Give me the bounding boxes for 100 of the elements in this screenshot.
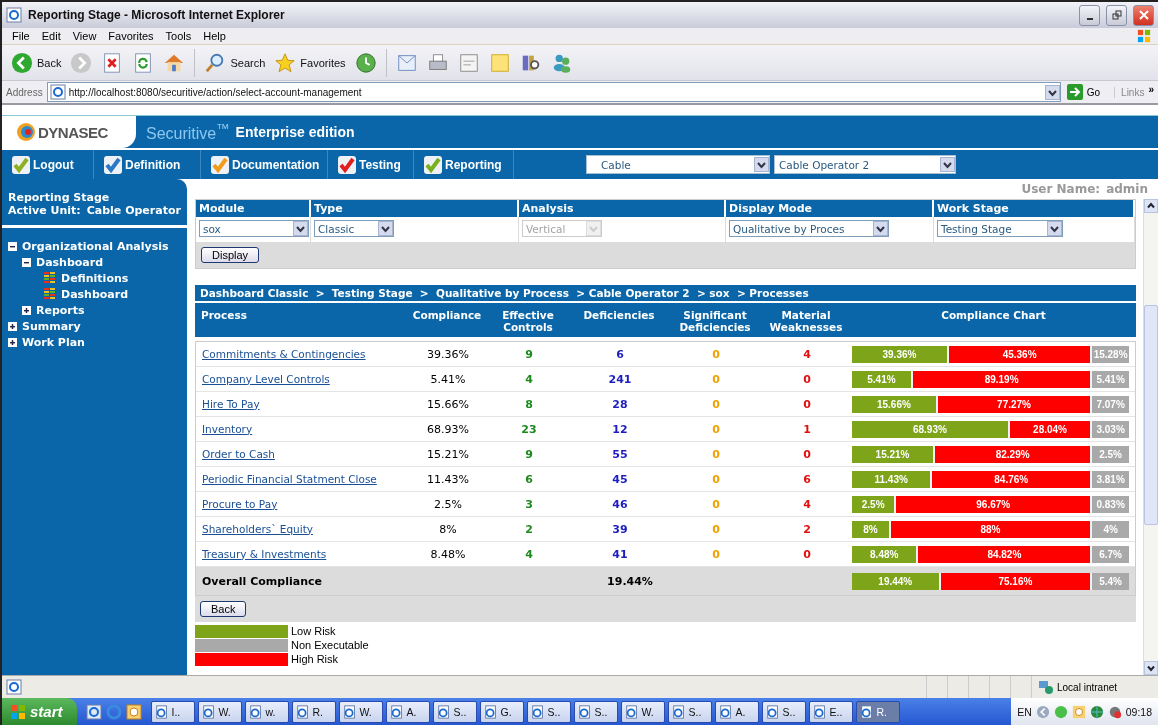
taskbar-button[interactable]: R. <box>291 700 336 723</box>
minimize-button[interactable] <box>1079 4 1100 26</box>
taskbar-button[interactable]: A. <box>714 700 759 723</box>
document-icon <box>342 704 357 719</box>
stage-label: Reporting Stage <box>8 191 111 204</box>
expand-icon[interactable] <box>8 337 17 347</box>
filter-select[interactable]: Qualitative by Proces <box>729 220 889 237</box>
filter-select[interactable]: Testing Stage <box>937 220 1063 237</box>
tree-item[interactable]: Summary <box>22 319 81 333</box>
close-button[interactable] <box>1133 4 1154 26</box>
document-icon <box>624 704 639 719</box>
unit-label: Active Unit: <box>8 204 81 217</box>
taskbar-button[interactable]: S.. <box>667 700 712 723</box>
table-cell-text: 6 <box>524 472 534 486</box>
filter-header: Display Mode <box>726 200 934 217</box>
menu-item[interactable]: Tools <box>159 30 198 42</box>
tree-item[interactable]: Dashboard <box>36 255 104 269</box>
tree-item[interactable]: Organizational Analysis <box>22 239 169 253</box>
taskbar-button[interactable]: S.. <box>526 700 571 723</box>
tree-item[interactable]: Dashboard <box>61 287 129 301</box>
menu-item[interactable]: Favorites <box>102 30 160 42</box>
table-cell-text: 55 <box>611 447 629 461</box>
filter-select[interactable]: sox <box>199 220 309 237</box>
process-link[interactable]: Treasury & Investments <box>202 547 327 560</box>
taskbar-button[interactable]: G. <box>479 700 524 723</box>
taskbar-button[interactable]: R. <box>855 700 900 723</box>
address-field[interactable]: http://localhost:8080/securitive/action/select-account-management <box>46 82 1061 102</box>
restore-button[interactable] <box>1106 4 1127 26</box>
scroll-up-icon[interactable] <box>1144 199 1158 213</box>
table-cell-text: 0 <box>711 497 721 511</box>
tree-item[interactable]: Definitions <box>61 271 129 285</box>
table-cell-text: 5.41% <box>429 372 467 386</box>
unit-select[interactable]: Cable <box>586 155 770 174</box>
taskbar-button[interactable]: w. <box>244 700 289 723</box>
taskbar-button[interactable]: I.. <box>150 700 195 723</box>
collapse-icon[interactable] <box>22 257 31 267</box>
taskbar-button[interactable]: S.. <box>761 700 806 723</box>
close-icon <box>1138 10 1149 20</box>
compliance-bar: 19.44% <box>852 572 939 590</box>
column-header: Deficiencies <box>582 308 656 322</box>
nav-button[interactable]: Documentation <box>201 150 328 179</box>
scrollbar[interactable] <box>1143 199 1158 675</box>
compliance-bar: 5.4% <box>1092 572 1129 590</box>
menu-item[interactable]: View <box>66 30 103 42</box>
filter-header: Module <box>196 200 311 217</box>
favorites-button[interactable]: Favorites <box>271 49 349 76</box>
nav-button[interactable]: Testing <box>328 150 414 179</box>
collapse-icon[interactable] <box>8 241 17 251</box>
process-link[interactable]: Periodic Financial Statment Close <box>202 472 377 485</box>
language-indicator[interactable]: EN <box>1017 705 1032 718</box>
process-link[interactable]: Procure to Pay <box>202 497 278 510</box>
nav-button[interactable]: Reporting <box>414 150 514 179</box>
compliance-bar: 6.7% <box>1092 545 1129 563</box>
table-cell-text: 8 <box>524 397 534 411</box>
menu-item[interactable]: Help <box>197 30 232 42</box>
process-link[interactable]: Inventory <box>202 422 253 435</box>
process-link[interactable]: Commitments & Contingencies <box>202 347 366 360</box>
taskbar-button[interactable]: S.. <box>573 700 618 723</box>
document-icon <box>671 704 686 719</box>
compliance-bar: 3.81% <box>1092 470 1129 488</box>
unit-select[interactable]: Cable Operator 2 <box>774 155 956 174</box>
taskbar-button[interactable]: E.. <box>808 700 853 723</box>
tree-item[interactable]: Work Plan <box>22 335 85 349</box>
filter-select[interactable]: Classic <box>314 220 394 237</box>
display-button[interactable]: Display <box>201 247 260 263</box>
go-button[interactable]: Go <box>1064 84 1111 100</box>
process-link[interactable]: Company Level Controls <box>202 372 330 385</box>
expand-icon[interactable] <box>8 321 17 331</box>
taskbar-button[interactable]: S.. <box>432 700 477 723</box>
table-cell-text: 0 <box>802 372 812 386</box>
table-cell-text: 2 <box>524 522 534 536</box>
process-link[interactable]: Order to Cash <box>202 447 275 460</box>
expand-icon[interactable] <box>22 305 31 315</box>
compliance-bar: 39.36% <box>852 345 947 363</box>
compliance-bar: 88% <box>890 520 1091 538</box>
scroll-down-icon[interactable] <box>1144 661 1158 675</box>
filter-header: Work Stage <box>934 200 1135 217</box>
taskbar-button[interactable]: W. <box>338 700 383 723</box>
search-button[interactable]: Search <box>201 49 269 76</box>
table-cell-text: 0 <box>802 447 812 461</box>
product-name: Securitive$^{™}$ <box>146 120 230 144</box>
back-button[interactable]: Back <box>8 49 65 76</box>
table-cell-text: 2 <box>802 522 812 536</box>
process-link[interactable]: Hire To Pay <box>202 397 260 410</box>
document-icon <box>389 704 404 719</box>
menu-item[interactable]: File <box>6 30 36 42</box>
menu-item[interactable]: Edit <box>35 30 67 42</box>
globe-icon[interactable] <box>1089 704 1104 719</box>
table-cell-text: 0 <box>711 447 721 461</box>
tree-item[interactable]: Reports <box>36 303 85 317</box>
table-cell-text: 0 <box>711 472 721 486</box>
more-chevron[interactable]: » <box>1148 83 1154 95</box>
table-cell-text: 6 <box>802 472 812 486</box>
process-link[interactable]: Shareholders` Equity <box>202 522 313 535</box>
table-cell-text: 0 <box>711 397 721 411</box>
taskbar-button[interactable]: W. <box>620 700 665 723</box>
back-button[interactable]: Back <box>200 601 247 617</box>
taskbar-button[interactable]: A. <box>385 700 430 723</box>
taskbar-button[interactable]: W. <box>197 700 242 723</box>
status-icon[interactable] <box>1053 704 1068 719</box>
